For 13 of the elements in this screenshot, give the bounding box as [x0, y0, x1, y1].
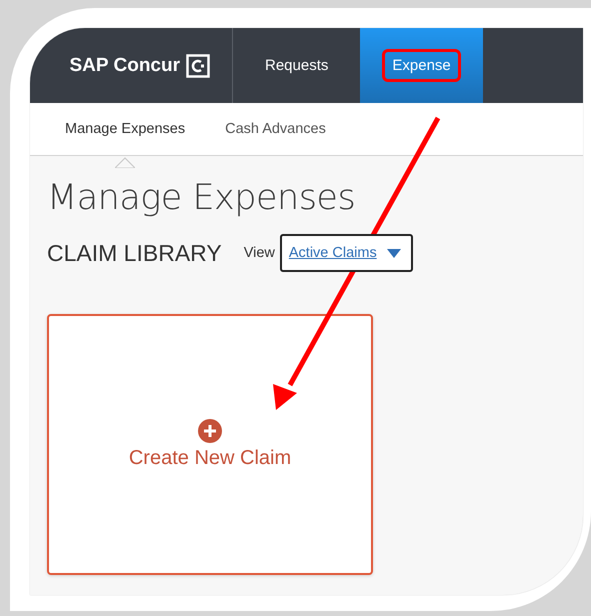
- caret-icon: [386, 248, 401, 258]
- plus-icon: [198, 419, 222, 443]
- nav-tab[interactable]: Expense: [360, 28, 483, 103]
- create-claim-card[interactable]: Create New Claim: [47, 314, 373, 575]
- page-title: Manage Expenses: [47, 177, 356, 220]
- subnav-tab[interactable]: Cash Advances: [225, 121, 326, 137]
- subnav-tab[interactable]: Manage Expenses: [65, 121, 186, 137]
- nav-tab[interactable]: Requests: [233, 28, 360, 103]
- brand-logo-text: SAP Concur: [69, 54, 180, 76]
- section-heading: CLAIM LIBRARY: [47, 240, 222, 266]
- logo-icon: [186, 54, 210, 78]
- view-label: View: [244, 245, 275, 261]
- view-dropdown[interactable]: Active Claims: [280, 234, 413, 272]
